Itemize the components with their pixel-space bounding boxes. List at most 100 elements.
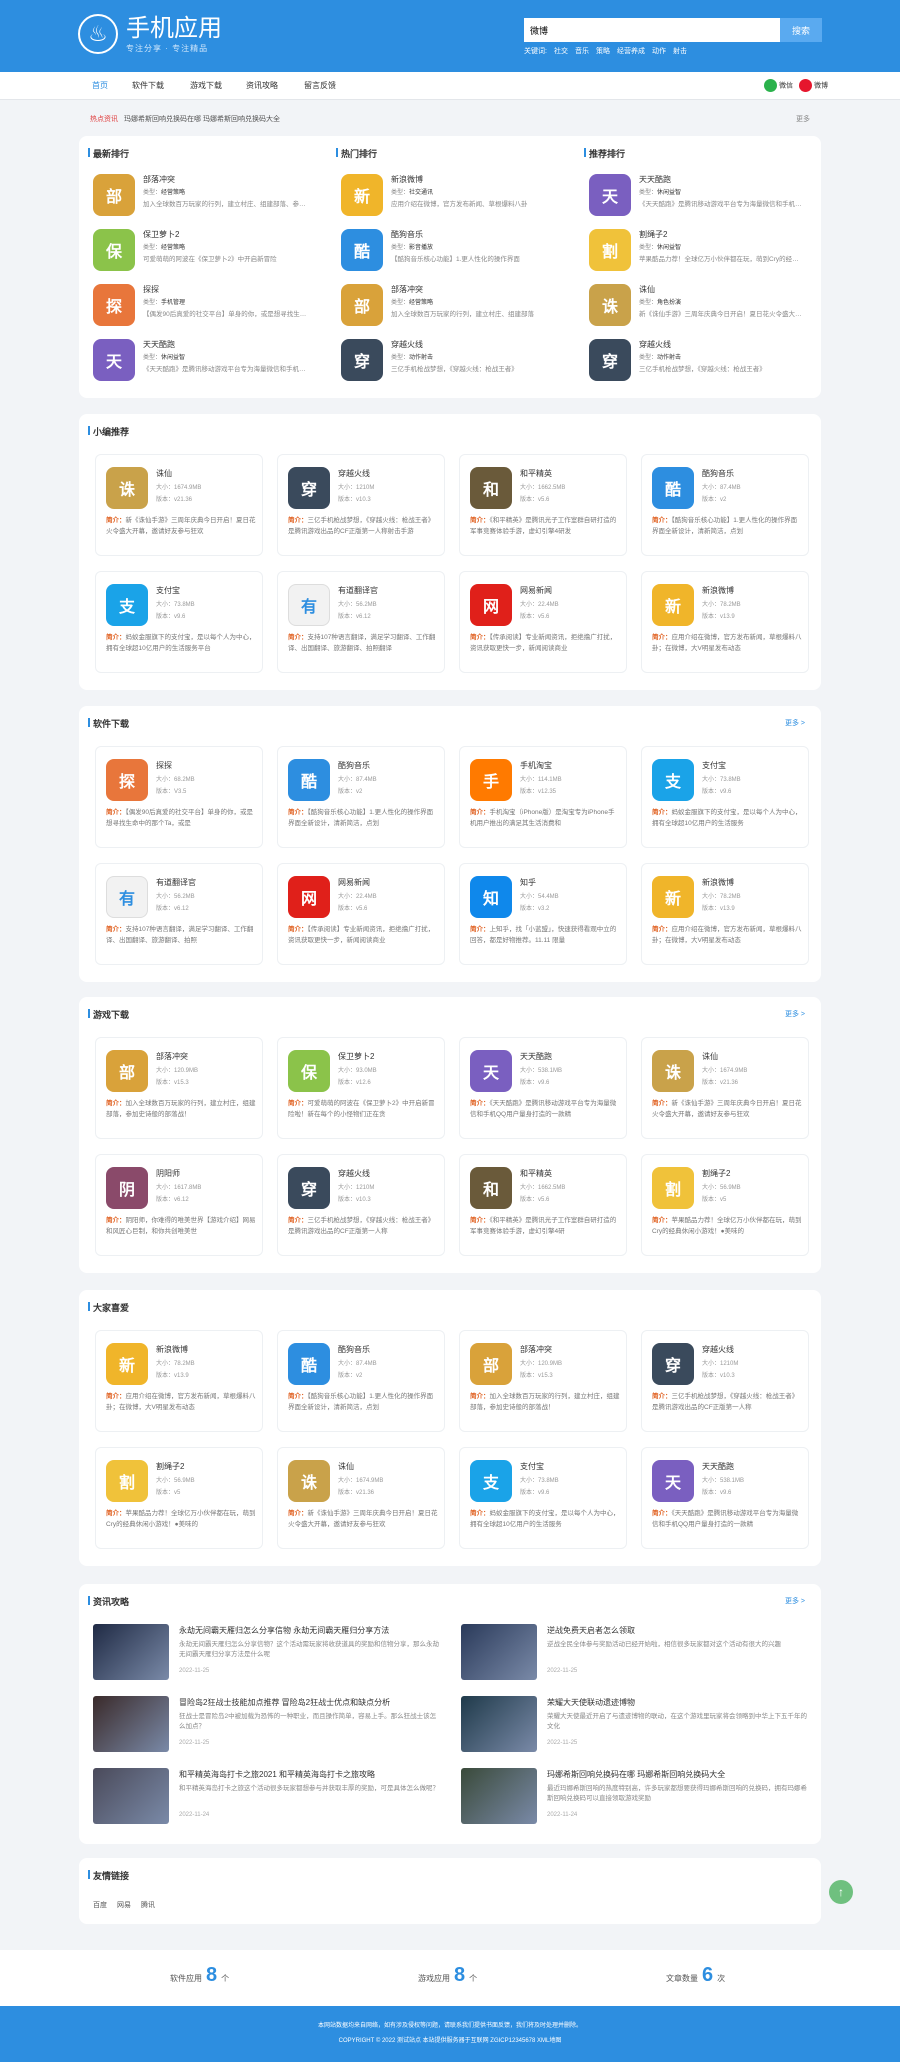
app-icon[interactable]: 部 xyxy=(93,174,135,216)
rank-item[interactable]: 天天天酷跑类型：休闲益智《天天酷跑》是腾讯移动游戏平台专为海量微信和手机QQ用户… xyxy=(589,170,807,218)
keyword-link[interactable]: 社交 xyxy=(554,48,568,55)
news-more-link[interactable]: 更多 xyxy=(796,114,810,124)
wechat-link[interactable]: 微信 xyxy=(764,79,793,92)
app-icon[interactable]: 和 xyxy=(470,1167,512,1209)
app-card[interactable]: 割割绳子2 大小：56.9MB 版本：v5 简介：苹果酷品力荐！全球亿万小伙伴都在玩，… xyxy=(641,1154,809,1256)
app-card[interactable]: 诛诛仙 大小：1674.9MB 版本：v21.36 简介：新《诛仙手游》三周年庆典今日… xyxy=(95,454,263,556)
app-icon[interactable]: 穿 xyxy=(652,1343,694,1385)
rank-item[interactable]: 探探探类型：手机管理【偶发90后真爱的社交平台】单身的你，或是想寻找生命中的那个… xyxy=(93,280,311,328)
article-item[interactable]: 逆战免费天启者怎么领取 逆战全民全体参与奖励活动已经开始啦，相信很多玩家都对这个活… xyxy=(461,1624,811,1684)
article-item[interactable]: 永劫无间霸天雁归怎么分享信物 永劫无间霸天雁归分享方法 永劫无间霸天雁归怎么分享信… xyxy=(93,1624,443,1684)
app-icon[interactable]: 支 xyxy=(652,759,694,801)
rank-item[interactable]: 穿穿越火线 类型：动作射击 三亿手机枪战梦想，《穿越火线：枪战王者》 xyxy=(589,335,807,383)
nav-item[interactable]: 资讯攻略 xyxy=(246,80,278,91)
friend-link[interactable]: 网易 xyxy=(117,1902,131,1909)
rank-item[interactable]: 诛诛仙 类型：角色扮演 新《诛仙手游》三周年庆典今日开启！夏日花火令盛大开幕 xyxy=(589,280,807,328)
app-card[interactable]: 支支付宝 大小：73.8MB 版本：v9.6 简介：蚂蚁金服旗下的支付宝，是以每个人为… xyxy=(95,571,263,673)
article-title[interactable]: 逆战免费天启者怎么领取 xyxy=(547,1625,809,1636)
rank-item[interactable]: 部部落冲突 类型：经营策略 加入全球数百万玩家的行列，建立村庄、组建部落 xyxy=(341,280,559,328)
back-to-top-icon[interactable]: ↑ xyxy=(829,1880,853,1904)
app-icon[interactable]: 割 xyxy=(106,1460,148,1502)
article-item[interactable]: 玛娜希斯回响兑换码在哪 玛娜希斯回响兑换码大全 最近玛娜希斯回响的热度特别高，许多… xyxy=(461,1768,811,1828)
app-card[interactable]: 酷酷狗音乐 大小：87.4MB 版本：v2 简介：【酷狗音乐核心功能】1.更人性化的操… xyxy=(277,1330,445,1432)
app-icon[interactable]: 保 xyxy=(93,229,135,271)
app-card[interactable]: 有有道翻译官 大小：56.2MB 版本：v6.12 简介：支持107种语言翻译，满足学… xyxy=(277,571,445,673)
search-input[interactable] xyxy=(524,18,780,42)
app-card[interactable]: 酷酷狗音乐 大小：87.4MB 版本：v2 简介：【酷狗音乐核心功能】1.更人性化的操… xyxy=(641,454,809,556)
site-logo[interactable]: ♨ 手机应用 专注分享 · 专注精品 xyxy=(78,14,222,54)
app-card[interactable]: 新新浪微博 大小：78.2MB 版本：v13.9 简介：应用介绍在微博，官方发布新闻，… xyxy=(95,1330,263,1432)
app-card[interactable]: 诛诛仙 大小：1674.9MB 版本：v21.36 简介：新《诛仙手游》三周年庆典今日… xyxy=(277,1447,445,1549)
app-card[interactable]: 割割绳子2 大小：56.9MB 版本：v5 简介：苹果酷品力荐！全球亿万小伙伴都在玩，… xyxy=(95,1447,263,1549)
keyword-link[interactable]: 策略 xyxy=(596,48,610,55)
app-card[interactable]: 手手机淘宝 大小：114.1MB 版本：v12.35 简介：手机淘宝（iPhone版）… xyxy=(459,746,627,848)
friend-link[interactable]: 腾讯 xyxy=(141,1902,155,1909)
app-icon[interactable]: 部 xyxy=(470,1343,512,1385)
news-ticker[interactable]: 热点资讯 玛娜希斯回响兑换码在哪 玛娜希斯回响兑换码大全 xyxy=(90,114,280,124)
app-icon[interactable]: 酷 xyxy=(288,1343,330,1385)
app-icon[interactable]: 有 xyxy=(288,584,330,626)
nav-item[interactable]: 软件下载 xyxy=(132,80,164,91)
app-icon[interactable]: 网 xyxy=(288,876,330,918)
app-icon[interactable]: 保 xyxy=(288,1050,330,1092)
app-icon[interactable]: 新 xyxy=(652,584,694,626)
article-thumbnail[interactable] xyxy=(93,1696,169,1752)
app-card[interactable]: 阴阴阳师 大小：1617.8MB 版本：v6.12 简介：阴阳师，你难得的唯美世界【游… xyxy=(95,1154,263,1256)
app-icon[interactable]: 阴 xyxy=(106,1167,148,1209)
article-title[interactable]: 玛娜希斯回响兑换码在哪 玛娜希斯回响兑换码大全 xyxy=(547,1769,809,1780)
app-card[interactable]: 网网易新闻 大小：22.4MB 版本：v5.6 简介：【传承阅读】专业新闻资讯，拒绝撸… xyxy=(277,863,445,965)
keyword-link[interactable]: 射击 xyxy=(673,48,687,55)
app-icon[interactable]: 探 xyxy=(93,284,135,326)
app-icon[interactable]: 有 xyxy=(106,876,148,918)
app-card[interactable]: 和和平精英 大小：1662.5MB 版本：v5.6 简介：《和平精英》是腾讯光子工作室… xyxy=(459,454,627,556)
app-icon[interactable]: 支 xyxy=(470,1460,512,1502)
app-icon[interactable]: 新 xyxy=(341,174,383,216)
app-icon[interactable]: 诛 xyxy=(288,1460,330,1502)
app-card[interactable]: 天天天酷跑 大小：538.1MB 版本：v9.6 简介：《天天酷跑》是腾讯移动游戏平台… xyxy=(459,1037,627,1139)
app-card[interactable]: 部部落冲突 大小：120.9MB 版本：v15.3 简介：加入全球数百万玩家的行列，建… xyxy=(459,1330,627,1432)
article-title[interactable]: 冒险岛2狂战士技能加点推荐 冒险岛2狂战士优点和缺点分析 xyxy=(179,1697,441,1708)
article-title[interactable]: 和平精英海岛打卡之旅2021 和平精英海岛打卡之旅攻略 xyxy=(179,1769,441,1780)
article-thumbnail[interactable] xyxy=(461,1768,537,1824)
article-thumbnail[interactable] xyxy=(93,1624,169,1680)
rank-item[interactable]: 部部落冲突类型：经营策略加入全球数百万玩家的行列，建立村庄、组建部落、参加史诗般… xyxy=(93,170,311,218)
app-card[interactable]: 天天天酷跑 大小：538.1MB 版本：v9.6 简介：《天天酷跑》是腾讯移动游戏平台… xyxy=(641,1447,809,1549)
rank-item[interactable]: 穿穿越火线 类型：动作射击 三亿手机枪战梦想，《穿越火线：枪战王者》 xyxy=(341,335,559,383)
article-title[interactable]: 永劫无间霸天雁归怎么分享信物 永劫无间霸天雁归分享方法 xyxy=(179,1625,441,1636)
app-icon[interactable]: 穿 xyxy=(288,1167,330,1209)
app-card[interactable]: 穿穿越火线 大小：1210M 版本：v10.3 简介：三亿手机枪战梦想，《穿越火线：枪… xyxy=(641,1330,809,1432)
app-icon[interactable]: 部 xyxy=(341,284,383,326)
section-more-link[interactable]: 更多 > xyxy=(785,1009,805,1019)
app-icon[interactable]: 和 xyxy=(470,467,512,509)
rank-item[interactable]: 新新浪微博 类型：社交通讯 应用介绍在微博，官方发布新闻、草根爆料八卦 xyxy=(341,170,559,218)
app-icon[interactable]: 网 xyxy=(470,584,512,626)
app-card[interactable]: 穿穿越火线 大小：1210M 版本：v10.3 简介：三亿手机枪战梦想，《穿越火线：枪… xyxy=(277,454,445,556)
app-icon[interactable]: 割 xyxy=(652,1167,694,1209)
weibo-link[interactable]: 微博 xyxy=(799,79,828,92)
article-thumbnail[interactable] xyxy=(461,1624,537,1680)
app-card[interactable]: 有有道翻译官 大小：56.2MB 版本：v6.12 简介：支持107种语言翻译，满足学… xyxy=(95,863,263,965)
app-card[interactable]: 新新浪微博 大小：78.2MB 版本：v13.9 简介：应用介绍在微博，官方发布新闻，… xyxy=(641,863,809,965)
app-icon[interactable]: 酷 xyxy=(341,229,383,271)
app-card[interactable]: 网网易新闻 大小：22.4MB 版本：v5.6 简介：【传承阅读】专业新闻资讯，拒绝撸… xyxy=(459,571,627,673)
keyword-link[interactable]: 经营养成 xyxy=(617,48,645,55)
app-icon[interactable]: 诛 xyxy=(652,1050,694,1092)
app-icon[interactable]: 手 xyxy=(470,759,512,801)
app-icon[interactable]: 天 xyxy=(470,1050,512,1092)
app-icon[interactable]: 天 xyxy=(589,174,631,216)
rank-item[interactable]: 割割绳子2 类型：休闲益智苹果酷品力荐！全球亿万小伙伴都在玩，萌到Cry的经典休闲… xyxy=(589,225,807,273)
app-card[interactable]: 诛诛仙 大小：1674.9MB 版本：v21.36 简介：新《诛仙手游》三周年庆典今日… xyxy=(641,1037,809,1139)
app-card[interactable]: 知知乎 大小：54.4MB 版本：v3.2 简介：上知乎，找「小蓝盟」，快速获得看观中… xyxy=(459,863,627,965)
app-card[interactable]: 部部落冲突 大小：120.9MB 版本：v15.3 简介：加入全球数百万玩家的行列，建… xyxy=(95,1037,263,1139)
article-title[interactable]: 荣耀大天使联动遗迹博物 xyxy=(547,1697,809,1708)
app-card[interactable]: 酷酷狗音乐 大小：87.4MB 版本：v2 简介：【酷狗音乐核心功能】1.更人性化的操… xyxy=(277,746,445,848)
app-icon[interactable]: 割 xyxy=(589,229,631,271)
app-icon[interactable]: 部 xyxy=(106,1050,148,1092)
nav-item[interactable]: 游戏下载 xyxy=(190,80,222,91)
nav-item[interactable]: 留言反馈 xyxy=(304,80,336,91)
app-card[interactable]: 穿穿越火线 大小：1210M 版本：v10.3 简介：三亿手机枪战梦想，《穿越火线：枪… xyxy=(277,1154,445,1256)
app-card[interactable]: 新新浪微博 大小：78.2MB 版本：v13.9 简介：应用介绍在微博，官方发布新闻，… xyxy=(641,571,809,673)
app-icon[interactable]: 穿 xyxy=(288,467,330,509)
app-icon[interactable]: 新 xyxy=(106,1343,148,1385)
app-icon[interactable]: 穿 xyxy=(589,339,631,381)
